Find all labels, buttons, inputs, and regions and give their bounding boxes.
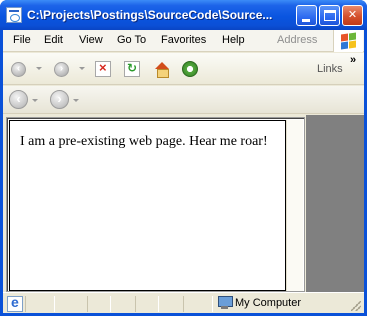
address-label[interactable]: Address <box>277 34 317 46</box>
window-title: C:\Projects\Postings\SourceCode\Source..… <box>27 8 273 22</box>
close-button[interactable]: ✕ <box>342 5 363 26</box>
menu-view[interactable]: View <box>79 34 103 48</box>
forward-button[interactable]: › <box>54 62 69 77</box>
browser-window: C:\Projects\Postings\SourceCode\Source..… <box>0 0 367 316</box>
side-panel <box>306 115 364 315</box>
forward-arrow-icon: › <box>57 91 62 106</box>
web-page[interactable]: I am a pre-existing web page. Hear me ro… <box>9 120 286 291</box>
forward-arrow-icon: › <box>59 63 64 74</box>
back-button[interactable]: ‹ <box>11 62 26 77</box>
close-icon: ✕ <box>347 9 358 21</box>
links-chevron-icon[interactable]: » <box>350 54 356 66</box>
menu-goto[interactable]: Go To <box>117 34 146 48</box>
page-text: I am a pre-existing web page. Hear me ro… <box>20 134 268 149</box>
standard-toolbar: ‹ › Links » <box>3 53 364 85</box>
maximize-button[interactable] <box>319 5 340 26</box>
links-label[interactable]: Links <box>317 63 343 75</box>
page-icon <box>7 294 23 312</box>
logo-blue <box>341 41 348 50</box>
status-segment <box>135 296 159 312</box>
logo-yellow <box>349 40 356 49</box>
status-segment <box>25 296 55 312</box>
minimize-icon <box>302 19 310 22</box>
back-arrow-icon: ‹ <box>16 63 21 74</box>
menu-bar: File Edit View Go To Favorites Help Addr… <box>3 30 364 52</box>
app-nav-toolbar: ‹ › <box>3 86 364 114</box>
app-forward-button[interactable]: › <box>50 90 69 109</box>
menu-file[interactable]: File <box>13 34 31 48</box>
minimize-button[interactable] <box>296 5 317 26</box>
home-icon[interactable] <box>154 61 170 78</box>
back-dropdown-icon[interactable] <box>36 67 42 70</box>
app-back-dropdown-icon[interactable] <box>32 99 38 102</box>
refresh-icon[interactable] <box>124 61 140 77</box>
stop-icon[interactable] <box>95 60 111 77</box>
maximize-icon <box>324 10 336 21</box>
back-arrow-icon: ‹ <box>16 91 21 106</box>
status-segment <box>183 296 213 312</box>
logo-green <box>349 32 356 41</box>
forward-dropdown-icon[interactable] <box>79 67 85 70</box>
vertical-scrollbar[interactable] <box>286 120 303 291</box>
app-back-button[interactable]: ‹ <box>9 90 28 109</box>
app-forward-dropdown-icon[interactable] <box>73 99 79 102</box>
menu-favorites[interactable]: Favorites <box>161 34 206 48</box>
resize-grip-icon[interactable] <box>351 301 361 311</box>
status-segment <box>87 296 111 312</box>
menu-help[interactable]: Help <box>222 34 245 48</box>
title-bar[interactable]: C:\Projects\Postings\SourceCode\Source..… <box>0 0 367 30</box>
menu-edit[interactable]: Edit <box>44 34 63 48</box>
client-area: File Edit View Go To Favorites Help Addr… <box>3 30 364 315</box>
history-icon[interactable] <box>182 61 198 77</box>
browser-frame: I am a pre-existing web page. Hear me ro… <box>6 117 305 292</box>
status-bar: My Computer <box>3 292 364 313</box>
windows-logo-icon <box>333 30 363 52</box>
zone-label: My Computer <box>235 297 302 309</box>
computer-icon <box>218 296 233 310</box>
logo-red <box>341 33 348 42</box>
app-icon[interactable] <box>6 7 22 23</box>
